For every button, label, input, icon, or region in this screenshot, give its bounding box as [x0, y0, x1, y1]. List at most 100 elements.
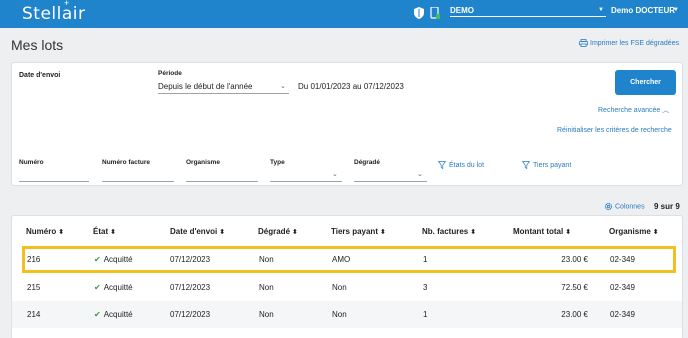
periode-label: Période: [158, 70, 182, 77]
column-header-degrade[interactable]: Dégradé ⬍: [258, 227, 298, 236]
cell-tiers-payant: AMO: [332, 255, 351, 264]
user-menu[interactable]: Demo DOCTEUR: [611, 6, 675, 15]
column-header-organisme[interactable]: Organisme ⬍: [609, 227, 659, 236]
chevron-up-icon: ︿: [662, 107, 670, 114]
shield-icon[interactable]: [414, 7, 424, 19]
table-row[interactable]: 216 ✔ Acquitté 07/12/2023 Non AMO 1 23.00…: [22, 246, 676, 273]
chevron-down-icon[interactable]: ⌄: [332, 170, 338, 178]
cell-organisme: 02-349: [610, 310, 635, 319]
cell-numero: 215: [27, 283, 41, 292]
etat-label: Acquitté: [103, 283, 133, 292]
cell-date: 07/12/2023: [170, 255, 211, 264]
cell-tiers-payant: Non: [332, 310, 347, 319]
filter-icon: [438, 161, 446, 169]
lots-table: Numéro ⬍ État ⬍ Date d'envoi ⬍ Dégradé ⬍ Tie…: [11, 215, 683, 338]
numero-facture-label: Numéro facture: [102, 159, 151, 166]
chevron-down-icon[interactable]: ⌄: [280, 82, 286, 90]
cell-tiers-payant: Non: [332, 283, 347, 292]
sort-icon: ⬍: [292, 229, 298, 236]
numero-input[interactable]: [19, 181, 89, 182]
tiers-payant-label: Tiers payant: [533, 161, 572, 169]
etat-label: Acquitté: [103, 255, 133, 264]
columns-button[interactable]: Colonnes: [604, 202, 645, 211]
chevron-down-icon[interactable]: ⌄: [417, 170, 423, 178]
type-label: Type: [270, 159, 285, 166]
cell-degrade: Non: [259, 283, 274, 292]
cell-nb-factures: 1: [423, 255, 428, 264]
logo-star-icon: +: [64, 0, 70, 8]
chevron-down-icon[interactable]: ▼: [673, 7, 679, 13]
cell-date: 07/12/2023: [170, 310, 211, 319]
cell-etat: ✔ Acquitté: [94, 255, 133, 264]
degrade-select[interactable]: [354, 181, 427, 182]
header-label: Organisme: [609, 227, 651, 236]
etat-label: Acquitté: [103, 310, 133, 319]
tiers-payant-filter[interactable]: Tiers payant: [522, 161, 571, 169]
header-label: Montant total: [513, 227, 564, 236]
advanced-search-link[interactable]: Recherche avancée ︿: [598, 105, 669, 115]
reset-criteria-link[interactable]: Réinitialiser les critères de recherche: [557, 127, 672, 134]
check-icon: ✔: [94, 283, 101, 292]
column-header-tiers-payant[interactable]: Tiers payant ⬍: [331, 227, 386, 236]
table-row[interactable]: 215 ✔ Acquitté 07/12/2023 Non Non 3 72.50…: [12, 274, 682, 301]
cell-organisme: 02-349: [610, 283, 635, 292]
app-logo[interactable]: Stellair: [22, 4, 86, 24]
numero-facture-input[interactable]: [102, 181, 174, 182]
column-header-numero[interactable]: Numéro ⬍: [26, 227, 64, 236]
header-label: Tiers payant: [331, 227, 378, 236]
header-label: État: [93, 227, 109, 236]
cell-etat: ✔ Acquitté: [94, 283, 133, 292]
check-icon: ✔: [94, 310, 101, 319]
sort-icon: ⬍: [219, 229, 226, 236]
sort-icon: ⬍: [652, 229, 659, 236]
sort-icon: ⬍: [379, 229, 386, 236]
cell-numero: 214: [27, 310, 41, 319]
print-degraded-fse-link[interactable]: Imprimer les FSE dégradées: [579, 39, 679, 47]
gear-icon: [604, 202, 613, 211]
workspace-select-underline: [450, 16, 606, 17]
check-icon: ✔: [94, 255, 101, 264]
printer-icon: [579, 39, 588, 47]
organisme-label: Organisme: [186, 159, 220, 166]
print-link-label: Imprimer les FSE dégradées: [590, 39, 680, 47]
result-count: 9 sur 9: [654, 202, 680, 211]
table-row[interactable]: 214 ✔ Acquitté 07/12/2023 Non Non 1 23.00…: [12, 301, 682, 328]
column-header-date-envoi[interactable]: Date d'envoi ⬍: [170, 227, 225, 236]
column-header-montant-total[interactable]: Montant total ⬍: [513, 227, 571, 236]
cell-degrade: Non: [259, 255, 274, 264]
date-envoi-label: Date d'envoi: [19, 72, 61, 79]
filter-icon: [522, 161, 530, 169]
header-label: Date d'envoi: [170, 227, 218, 236]
cell-degrade: Non: [259, 310, 274, 319]
filter-panel: Date d'envoi Période Depuis le début de …: [11, 62, 683, 186]
cell-etat: ✔ Acquitté: [94, 310, 133, 319]
columns-label: Colonnes: [615, 203, 645, 211]
advanced-search-label: Recherche avancée: [598, 107, 661, 114]
date-range-text: Du 01/01/2023 au 07/12/2023: [298, 82, 404, 91]
header-label: Numéro: [26, 227, 57, 236]
cell-montant: 72.50 €: [561, 283, 588, 292]
search-button[interactable]: Chercher: [615, 70, 676, 95]
card-reader-icon[interactable]: [430, 7, 440, 19]
type-select[interactable]: [270, 181, 342, 182]
cell-nb-factures: 1: [423, 310, 428, 319]
column-header-etat[interactable]: État ⬍: [93, 227, 116, 236]
column-header-nb-factures[interactable]: Nb. factures ⬍: [422, 227, 476, 236]
page-title: Mes lots: [11, 37, 64, 53]
degrade-label: Dégradé: [354, 159, 381, 166]
top-bar: Stellair + DEMO ▼ Demo DOCTEUR ▼: [0, 0, 688, 28]
chevron-down-icon[interactable]: ▼: [598, 7, 604, 13]
header-label: Dégradé: [258, 227, 291, 236]
sort-icon: ⬍: [565, 229, 572, 236]
cell-nb-factures: 3: [423, 283, 428, 292]
etats-du-lot-label: États du lot: [449, 161, 485, 169]
sort-icon: ⬍: [470, 229, 477, 236]
periode-select-underline: [158, 93, 289, 94]
organisme-input[interactable]: [186, 181, 258, 182]
etats-du-lot-filter[interactable]: États du lot: [438, 161, 484, 169]
cell-montant: 23.00 €: [561, 255, 588, 264]
cell-numero: 216: [27, 255, 41, 264]
periode-select[interactable]: Depuis le début de l'année: [158, 82, 253, 91]
sort-icon: ⬍: [110, 229, 116, 236]
workspace-select[interactable]: DEMO: [450, 6, 474, 15]
